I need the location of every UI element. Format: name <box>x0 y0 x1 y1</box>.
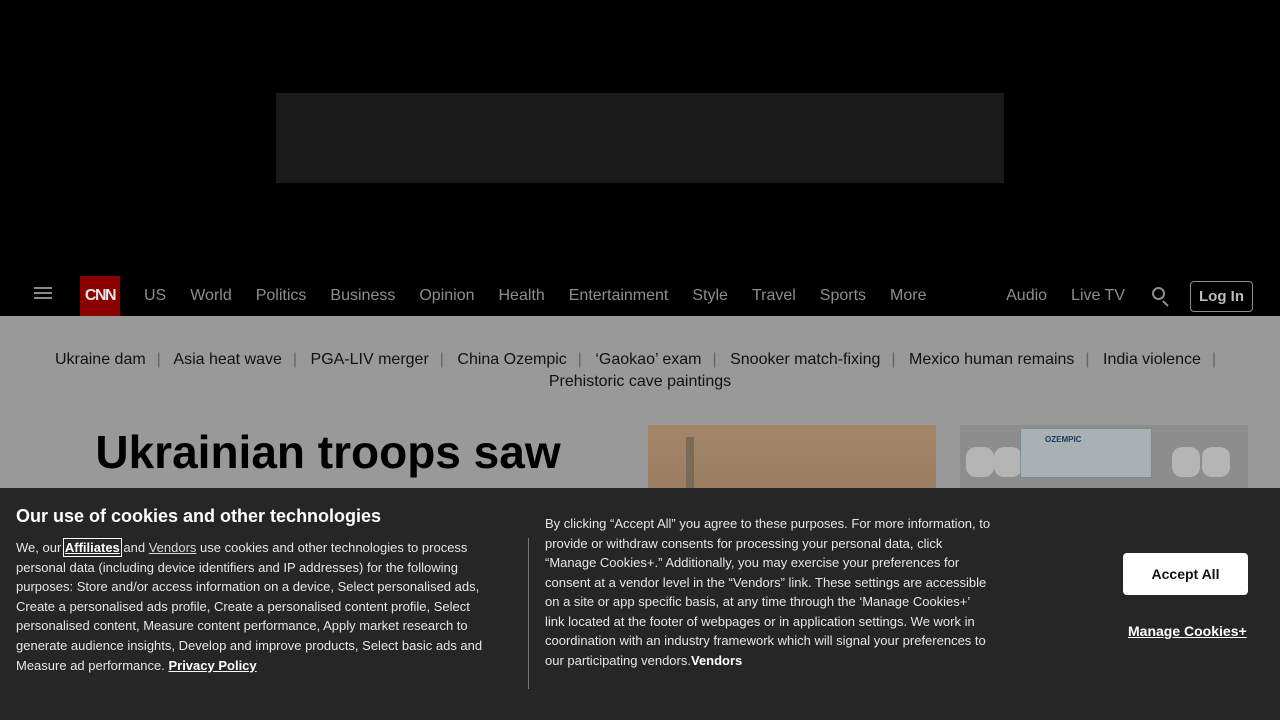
pill-image <box>1202 447 1230 477</box>
nav-link-politics[interactable]: Politics <box>256 287 307 305</box>
nav-link-opinion[interactable]: Opinion <box>419 287 474 305</box>
cookie-title: Our use of cookies and other technologie… <box>16 506 382 526</box>
trending-link[interactable]: ‘Gaokao’ exam <box>595 351 701 368</box>
trending-link[interactable]: India violence <box>1103 351 1201 368</box>
nav-link-audio[interactable]: Audio <box>1006 287 1047 305</box>
login-button[interactable]: Log In <box>1190 280 1253 312</box>
privacy-policy-link[interactable]: Privacy Policy <box>168 658 256 673</box>
skyline-image <box>686 437 694 495</box>
nav-links: US World Politics Business Opinion Healt… <box>144 276 951 316</box>
lead-headline[interactable]: Ukrainian troops saw <box>40 426 616 478</box>
nav-link-sports[interactable]: Sports <box>820 287 866 305</box>
pill-image <box>966 447 994 477</box>
nav-link-world[interactable]: World <box>190 287 232 305</box>
story-thumbnail-city[interactable] <box>648 425 936 495</box>
nav-link-health[interactable]: Health <box>499 287 545 305</box>
separator: | <box>439 351 444 368</box>
cookie-text: and <box>119 540 149 555</box>
nav-link-entertainment[interactable]: Entertainment <box>569 287 669 305</box>
nav-link-travel[interactable]: Travel <box>752 287 796 305</box>
nav-link-live-tv[interactable]: Live TV <box>1071 287 1125 305</box>
separator: | <box>712 351 717 368</box>
cnn-logo[interactable]: CNN <box>80 276 120 316</box>
box-label: OZEMPIC <box>1045 435 1082 444</box>
vendors-link[interactable]: Vendors <box>149 540 197 555</box>
search-icon[interactable] <box>1151 286 1171 307</box>
divider <box>528 538 529 689</box>
separator: | <box>156 351 161 368</box>
separator: | <box>577 351 582 368</box>
affiliates-link[interactable]: Affiliates <box>62 538 122 557</box>
trending-bar: Ukraine dam | Asia heat wave | PGA-LIV mer… <box>30 349 1250 393</box>
pill-image <box>1172 447 1200 477</box>
ad-banner-area <box>0 0 1280 276</box>
menu-icon[interactable] <box>34 286 54 306</box>
separator: | <box>891 351 896 368</box>
separator: | <box>292 351 298 368</box>
trending-link[interactable]: PGA-LIV merger <box>311 351 429 368</box>
trending-link[interactable]: Ukraine dam <box>55 351 146 368</box>
trending-link[interactable]: Prehistoric cave paintings <box>549 373 731 390</box>
trending-link[interactable]: Snooker match-fixing <box>730 351 880 368</box>
trending-link[interactable]: Asia heat wave <box>173 351 282 368</box>
separator: | <box>1085 351 1090 368</box>
separator: | <box>1211 351 1217 368</box>
ad-slot[interactable] <box>276 93 1004 183</box>
trending-link[interactable]: China Ozempic <box>457 351 566 368</box>
cookie-consent-banner: Our use of cookies and other technologie… <box>0 488 1280 720</box>
nav-link-business[interactable]: Business <box>330 287 395 305</box>
cookie-text: use cookies and other technologies to pr… <box>16 540 483 673</box>
manage-cookies-link[interactable]: Manage Cookies+ <box>1128 623 1247 639</box>
consent-text: By clicking “Accept All” you agree to th… <box>545 516 991 668</box>
cookie-text: We, our <box>16 540 65 555</box>
trending-link[interactable]: Mexico human remains <box>909 351 1074 368</box>
vendors-link-bold[interactable]: Vendors <box>691 653 742 668</box>
cookie-description: We, our Affiliates and Vendors use cooki… <box>16 538 516 675</box>
nav-link-us[interactable]: US <box>144 287 166 305</box>
ozempic-box-image: OZEMPIC <box>1020 428 1152 478</box>
top-nav: CNN US World Politics Business Opinion H… <box>0 276 1280 316</box>
pill-image <box>994 447 1022 477</box>
nav-link-more[interactable]: More <box>890 287 926 305</box>
story-thumbnail-ozempic[interactable]: OZEMPIC <box>960 425 1248 495</box>
accept-all-button[interactable]: Accept All <box>1123 553 1248 595</box>
nav-link-style[interactable]: Style <box>692 287 728 305</box>
cookie-consent-text: By clicking “Accept All” you agree to th… <box>545 514 991 670</box>
nav-right: Audio Live TV Log In <box>982 276 1253 316</box>
